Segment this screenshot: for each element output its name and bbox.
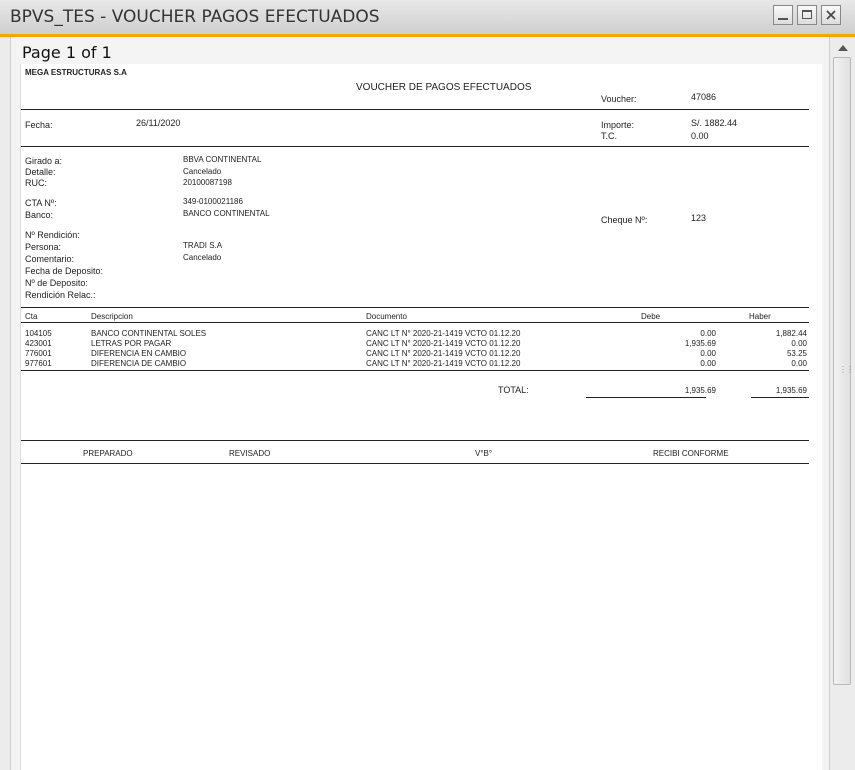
total-haber: 1,935.69	[775, 386, 807, 395]
close-button[interactable]	[821, 5, 841, 25]
row-haber: 53.25	[786, 349, 807, 358]
divider	[21, 109, 809, 110]
scroll-thumb[interactable]: ⋮⋮	[833, 57, 854, 685]
importe-value: S/. 1882.44	[691, 118, 738, 128]
title-bar: BPVS_TES - VOUCHER PAGOS EFECTUADOS	[0, 0, 855, 37]
nro-deposito-label: Nº de Deposito:	[25, 278, 88, 288]
row-cta: 977601	[25, 359, 52, 368]
header-debe: Debe	[641, 312, 661, 321]
cta-label: CTA Nº:	[25, 198, 57, 208]
total-label: TOTAL:	[498, 385, 529, 395]
girado-label: Girado a:	[25, 156, 63, 166]
company-name: MEGA ESTRUCTURAS S.A	[25, 68, 127, 77]
detalle-label: Detalle:	[25, 167, 56, 177]
divider	[21, 370, 809, 371]
report-page: MEGA ESTRUCTURAS S.A VOUCHER DE PAGOS EF…	[20, 64, 822, 770]
header-cta: Cta	[25, 312, 38, 321]
total-underline	[586, 397, 706, 398]
persona-value: TRADI S.A	[183, 241, 223, 250]
importe-label: Importe:	[601, 120, 635, 130]
row-documento: CANC LT N° 2020-21-1419 VCTO 01.12.20	[366, 349, 521, 358]
signature-vb: V°B°	[475, 449, 493, 458]
vertical-scrollbar[interactable]: ⋮⋮	[829, 37, 855, 770]
cheque-label: Cheque Nº:	[601, 215, 648, 225]
total-debe: 1,935.69	[684, 386, 716, 395]
row-descripcion: DIFERENCIA EN CAMBIO	[91, 349, 187, 358]
row-descripcion: LETRAS POR PAGAR	[91, 339, 172, 348]
comentario-label: Comentario:	[25, 254, 75, 264]
grip-icon: ⋮⋮	[839, 365, 854, 374]
voucher-label: Voucher:	[601, 94, 637, 104]
row-documento: CANC LT N° 2020-21-1419 VCTO 01.12.20	[366, 329, 521, 338]
left-frame	[0, 37, 11, 770]
rendicion-relac-label: Rendición Relac.:	[25, 290, 96, 300]
comentario-value: Cancelado	[183, 253, 222, 262]
arrow-up-icon	[838, 45, 848, 51]
close-icon	[826, 10, 836, 20]
minimize-button[interactable]	[773, 5, 793, 25]
cheque-value: 123	[691, 213, 707, 223]
row-documento: CANC LT N° 2020-21-1419 VCTO 01.12.20	[366, 339, 521, 348]
divider	[21, 322, 809, 323]
signature-preparado: PREPARADO	[83, 449, 133, 458]
row-debe: 0.00	[700, 329, 716, 338]
row-debe: 0.00	[700, 349, 716, 358]
fecha-deposito-label: Fecha de Deposito:	[25, 266, 104, 276]
header-documento: Documento	[366, 312, 407, 321]
maximize-button[interactable]	[797, 5, 817, 25]
signature-recibi: RECIBI CONFORME	[653, 449, 729, 458]
divider	[21, 307, 809, 308]
total-underline	[751, 397, 809, 398]
row-cta: 104105	[25, 329, 52, 338]
row-haber: 0.00	[791, 339, 807, 348]
ruc-value: 20100087198	[183, 178, 232, 187]
divider	[21, 463, 809, 464]
fecha-label: Fecha:	[25, 120, 53, 130]
row-cta: 776001	[25, 349, 52, 358]
rendicion-label: Nº Rendición:	[25, 230, 80, 240]
row-debe: 1,935.69	[684, 339, 716, 348]
row-descripcion: BANCO CONTINENTAL SOLES	[91, 329, 207, 338]
fecha-value: 26/11/2020	[136, 118, 181, 128]
row-cta: 423001	[25, 339, 52, 348]
divider	[21, 146, 809, 147]
tc-label: T.C.	[601, 131, 618, 141]
page-indicator: Page 1 of 1	[22, 43, 112, 62]
row-haber: 1,882.44	[775, 329, 807, 338]
row-descripcion: DIFERENCIA DE CAMBIO	[91, 359, 187, 368]
girado-value: BBVA CONTINENTAL	[183, 155, 262, 164]
scroll-up-button[interactable]	[834, 41, 852, 55]
row-haber: 0.00	[791, 359, 807, 368]
divider	[21, 440, 809, 441]
tc-value: 0.00	[691, 131, 709, 141]
header-descripcion: Descripcion	[91, 312, 133, 321]
detalle-value: Cancelado	[183, 167, 222, 176]
report-title: VOUCHER DE PAGOS EFECTUADOS	[356, 82, 532, 93]
ruc-label: RUC:	[25, 178, 47, 188]
window-title: BPVS_TES - VOUCHER PAGOS EFECTUADOS	[10, 7, 380, 27]
persona-label: Persona:	[25, 242, 62, 252]
row-debe: 0.00	[700, 359, 716, 368]
banco-label: Banco:	[25, 210, 54, 220]
signature-revisado: REVISADO	[229, 449, 271, 458]
row-documento: CANC LT N° 2020-21-1419 VCTO 01.12.20	[366, 359, 521, 368]
cta-value: 349-0100021186	[183, 197, 243, 206]
banco-value: BANCO CONTINENTAL	[183, 209, 270, 218]
header-haber: Haber	[749, 312, 771, 321]
voucher-value: 47086	[691, 92, 717, 102]
